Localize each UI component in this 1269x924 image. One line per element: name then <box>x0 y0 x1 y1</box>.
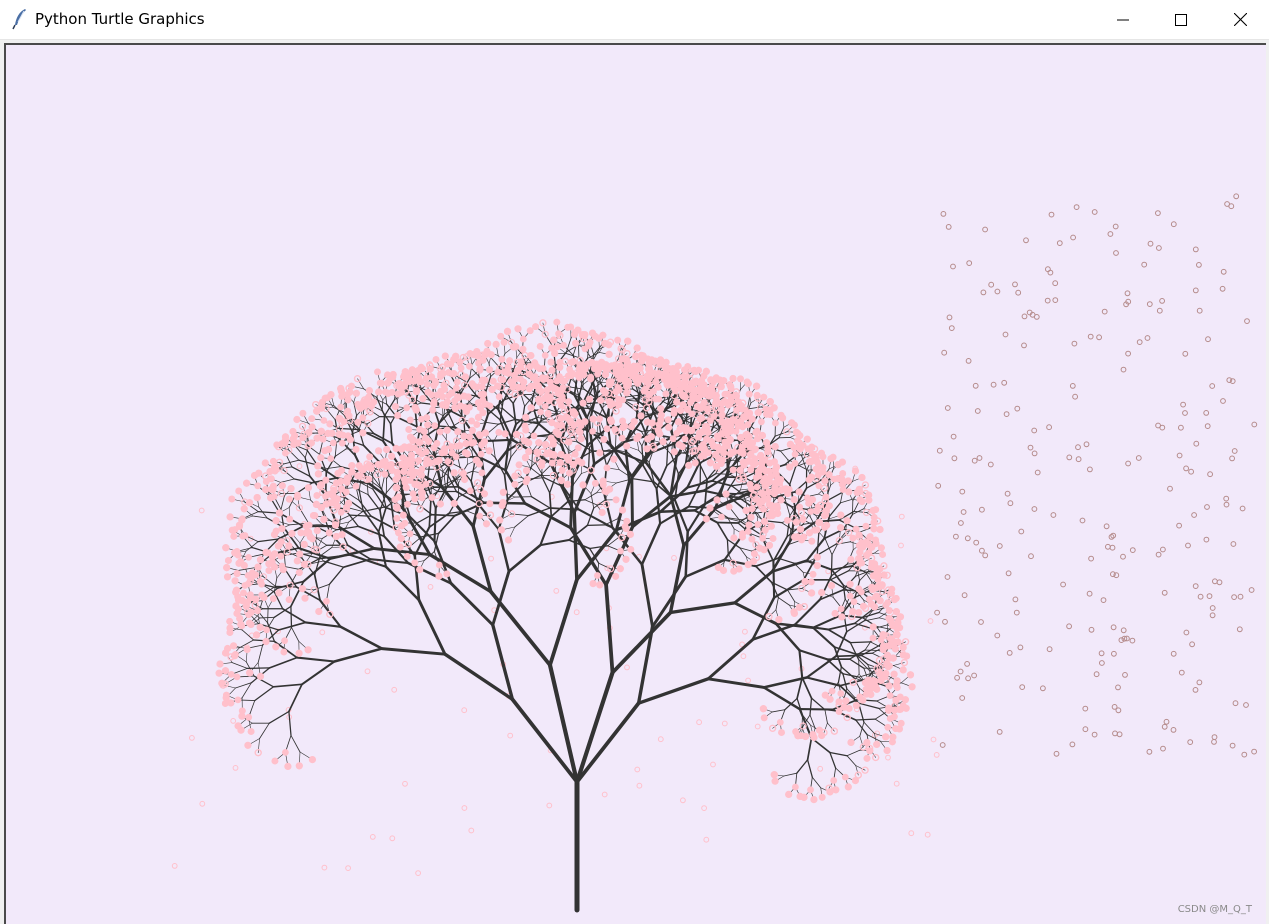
title-bar[interactable]: Python Turtle Graphics <box>0 0 1269 40</box>
turtle-canvas[interactable]: CSDN @M_Q_T <box>4 43 1266 924</box>
watermark: CSDN @M_Q_T <box>1177 904 1252 915</box>
close-button[interactable] <box>1211 0 1269 39</box>
minimize-icon <box>1117 14 1129 26</box>
feather-icon <box>10 8 30 30</box>
turtle-window: Python Turtle Graphics CSDN @M_Q_T <box>0 0 1269 924</box>
cherry-blossom-tree-drawing <box>171 193 1258 913</box>
maximize-button[interactable] <box>1152 0 1210 39</box>
minimize-button[interactable] <box>1094 0 1152 39</box>
maximize-icon <box>1175 13 1187 26</box>
close-icon <box>1233 13 1247 26</box>
window-title: Python Turtle Graphics <box>35 10 205 28</box>
